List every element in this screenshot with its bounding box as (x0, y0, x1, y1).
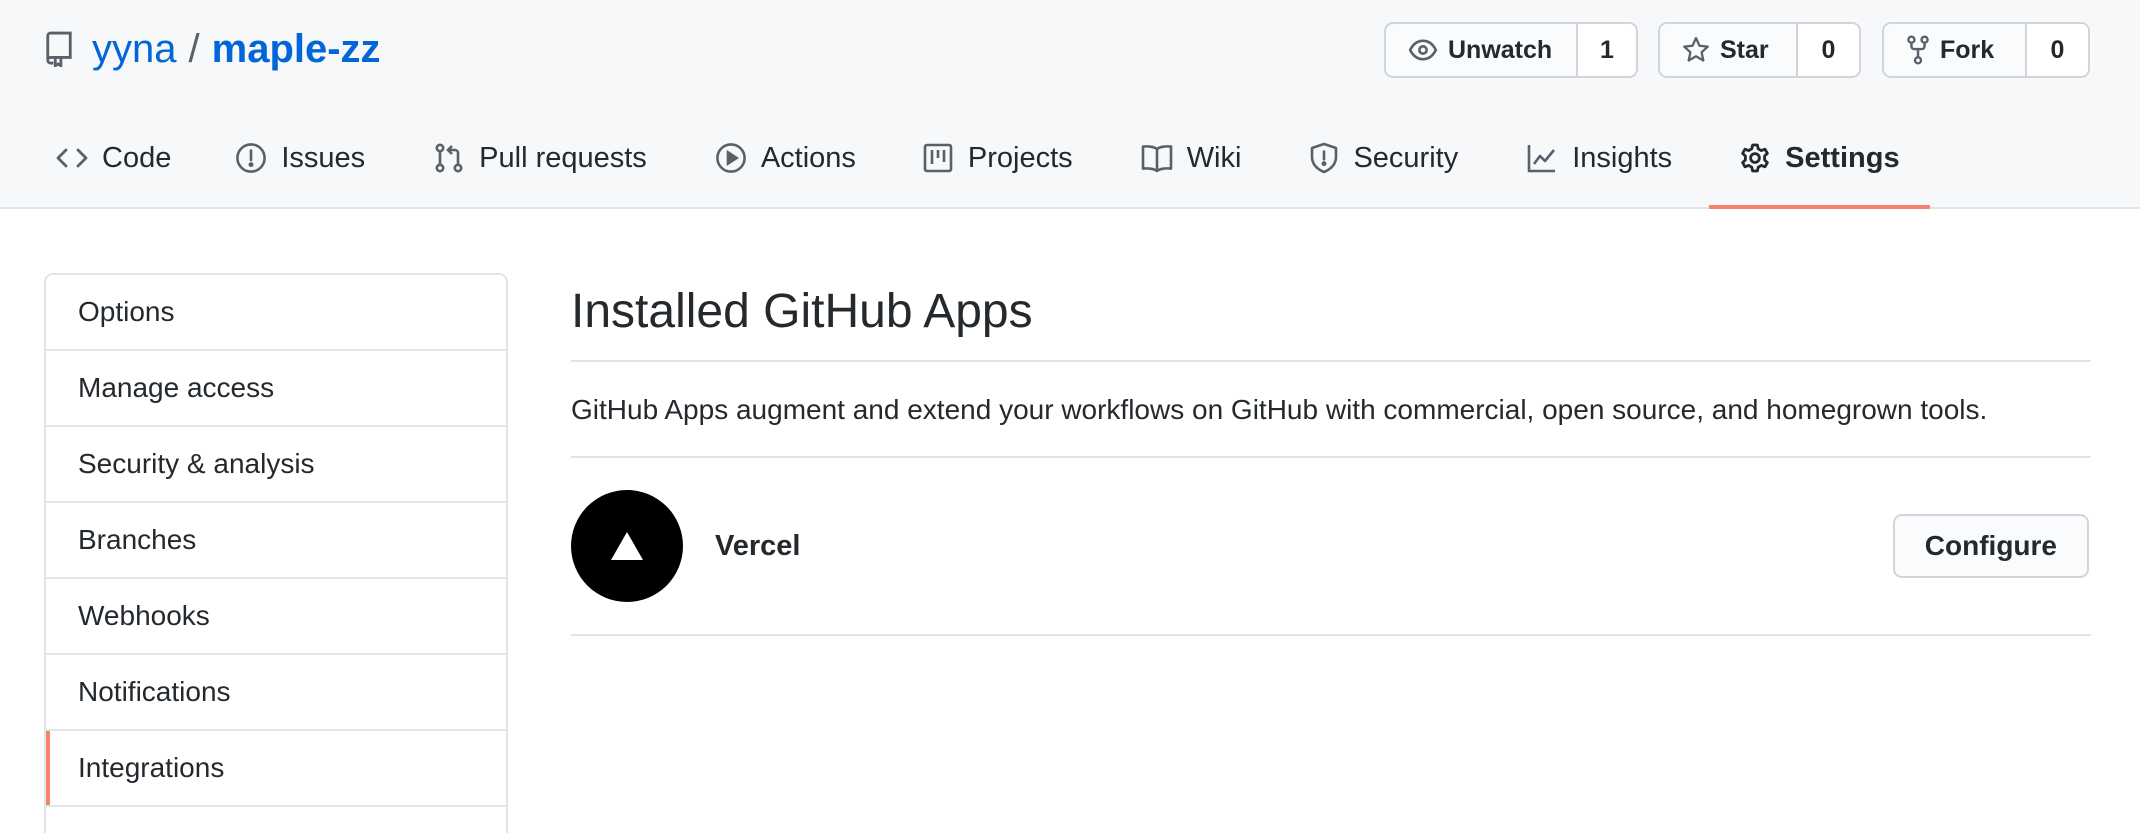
repo-nav: Code Issues Pull requests Actions Projec… (56, 130, 1931, 209)
tab-label: Issues (281, 142, 366, 174)
tab-insights[interactable]: Insights (1526, 130, 1672, 208)
sidebar-item-integrations[interactable]: Integrations (46, 731, 506, 807)
main-content: Installed GitHub Apps GitHub Apps augmen… (571, 270, 2091, 636)
app-name: Vercel (715, 529, 801, 562)
page-title: Installed GitHub Apps (571, 270, 2091, 362)
tab-settings[interactable]: Settings (1709, 130, 1931, 209)
tab-issues[interactable]: Issues (235, 130, 365, 208)
issue-icon (235, 142, 267, 174)
repo-title: yyna / maple-zz (44, 24, 381, 74)
pull-request-icon (433, 142, 465, 174)
page-description: GitHub Apps augment and extend your work… (571, 362, 2091, 458)
graph-icon (1526, 142, 1558, 174)
settings-sidebar: Options Manage access Security & analysi… (44, 273, 508, 833)
tab-label: Pull requests (479, 142, 647, 174)
sidebar-item-options[interactable]: Options (46, 275, 506, 351)
repo-header: yyna / maple-zz Unwatch 1 Star 0 Fork 0 … (0, 0, 2140, 209)
tab-label: Projects (967, 142, 1073, 174)
star-button[interactable]: Star (1660, 24, 1798, 76)
forks-count[interactable]: 0 (2027, 24, 2088, 76)
tab-label: Security (1353, 142, 1459, 174)
play-icon (715, 142, 747, 174)
book-icon (1141, 142, 1173, 174)
fork-action-group: Fork 0 (1882, 22, 2090, 78)
tab-label: Actions (760, 142, 856, 174)
tab-actions[interactable]: Actions (715, 130, 856, 208)
sidebar-item-webhooks[interactable]: Webhooks (46, 579, 506, 655)
tab-wiki[interactable]: Wiki (1141, 130, 1242, 208)
sidebar-item-label: Manage access (78, 372, 275, 403)
tab-label: Wiki (1186, 142, 1242, 174)
watchers-count[interactable]: 1 (1578, 24, 1636, 76)
repo-separator: / (188, 26, 200, 71)
repo-owner-link[interactable]: yyna (92, 27, 177, 72)
tab-projects[interactable]: Projects (922, 130, 1073, 208)
sidebar-item-label: Security & analysis (78, 448, 315, 479)
vercel-logo-icon (611, 532, 643, 560)
installed-app-row: Vercel Configure (571, 458, 2091, 636)
tab-label: Insights (1572, 142, 1673, 174)
star-action-group: Star 0 (1658, 22, 1861, 78)
repo-name-link[interactable]: maple-zz (212, 27, 381, 72)
sidebar-item-label: Notifications (78, 676, 231, 707)
tab-pull-requests[interactable]: Pull requests (433, 130, 647, 208)
star-icon (1683, 36, 1709, 62)
tab-security[interactable]: Security (1309, 130, 1458, 208)
fork-icon (1907, 35, 1929, 65)
configure-button[interactable]: Configure (1892, 514, 2089, 578)
sidebar-item-label: Options (78, 296, 175, 327)
code-icon (56, 142, 88, 174)
sidebar-item-label: Integrations (78, 752, 225, 783)
gear-icon (1739, 142, 1771, 174)
sidebar-item-security-analysis[interactable]: Security & analysis (46, 427, 506, 503)
sidebar-item-branches[interactable]: Branches (46, 503, 506, 579)
sidebar-item-label: Webhooks (78, 600, 210, 631)
fork-button[interactable]: Fork (1884, 24, 2027, 76)
sidebar-item-notifications[interactable]: Notifications (46, 655, 506, 731)
unwatch-label: Unwatch (1448, 35, 1553, 64)
app-avatar (571, 490, 683, 602)
unwatch-button[interactable]: Unwatch (1386, 24, 1578, 76)
tab-label: Settings (1785, 142, 1900, 174)
sidebar-item-label: Branches (78, 524, 197, 555)
eye-icon (1408, 39, 1438, 61)
shield-icon (1309, 142, 1339, 174)
stargazers-count[interactable]: 0 (1798, 24, 1859, 76)
tab-label: Code (102, 142, 172, 174)
repo-icon (44, 31, 74, 67)
tab-code[interactable]: Code (56, 130, 171, 208)
sidebar-item-manage-access[interactable]: Manage access (46, 351, 506, 427)
star-label: Star (1720, 35, 1769, 64)
watch-action-group: Unwatch 1 (1384, 22, 1638, 78)
project-icon (922, 142, 954, 174)
fork-label: Fork (1940, 35, 1995, 64)
